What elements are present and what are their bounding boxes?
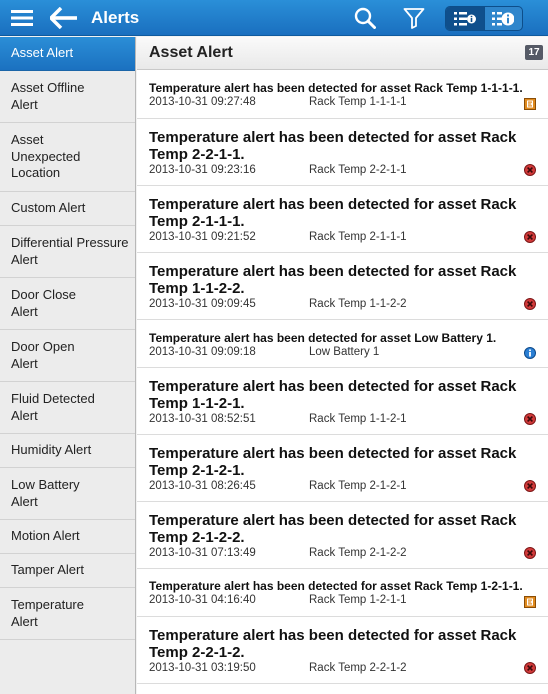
info-severity-icon: [524, 347, 536, 359]
alert-asset: Rack Temp 1-1-2-1: [309, 413, 407, 425]
back-arrow-icon[interactable]: [44, 0, 84, 36]
alert-timestamp: 2013-10-31 09:23:16: [149, 164, 256, 176]
alert-list-panel: Asset Alert 17 Temperature alert has bee…: [137, 37, 548, 694]
alert-row[interactable]: Temperature alert has been detected for …: [137, 368, 548, 435]
sidebar-item-label: Door Close Alert: [11, 287, 77, 319]
alert-message: Temperature alert has been detected for …: [149, 81, 523, 95]
alert-asset: Rack Temp 2-2-1-1: [309, 164, 407, 176]
alert-message: Temperature alert has been detected for …: [149, 627, 517, 661]
critical-severity-icon: [524, 480, 536, 492]
alert-asset: Rack Temp 2-2-1-2: [309, 662, 407, 674]
alert-message: Temperature alert has been detected for …: [149, 445, 517, 479]
alert-message: Temperature alert has been detected for …: [149, 579, 523, 593]
alert-timestamp: 2013-10-31 03:19:50: [149, 662, 256, 674]
alert-asset: Rack Temp 1-1-2-2: [309, 298, 407, 310]
critical-severity-icon: [524, 547, 536, 559]
alert-row[interactable]: Temperature alert has been detected for …: [137, 502, 548, 569]
sidebar-item-label: Asset Offline Alert: [11, 80, 85, 112]
search-icon[interactable]: [348, 0, 382, 36]
sidebar-item-asset-unexpected-location[interactable]: Asset Unexpected Location: [0, 123, 135, 192]
alert-asset: Low Battery 1: [309, 346, 380, 358]
alert-timestamp: 2013-10-31 08:52:51: [149, 413, 256, 425]
sidebar-item-low-battery-alert[interactable]: Low Battery Alert: [0, 468, 135, 520]
critical-severity-icon: [524, 231, 536, 243]
sidebar-item-label: Custom Alert: [11, 200, 86, 216]
sidebar-item-label: Tamper Alert: [11, 562, 84, 578]
sidebar-item-label: Fluid Detected Alert: [11, 391, 95, 423]
alert-timestamp: 2013-10-31 04:16:40: [149, 594, 256, 606]
alert-message: Temperature alert has been detected for …: [149, 196, 517, 230]
alert-row[interactable]: Temperature alert has been detected for …: [137, 119, 548, 186]
alert-row[interactable]: Temperature alert has been detected for …: [137, 320, 548, 368]
sidebar-item-differential-pressure-alert[interactable]: Differential Pressure Alert: [0, 226, 135, 278]
list-detail-icon[interactable]: [446, 7, 484, 30]
sidebar-item-fluid-detected-alert[interactable]: Fluid Detected Alert: [0, 382, 135, 434]
sidebar-item-asset-offline-alert[interactable]: Asset Offline Alert: [0, 71, 135, 123]
critical-severity-icon: [524, 298, 536, 310]
sidebar-item-temperature-alert[interactable]: Temperature Alert: [0, 588, 135, 640]
critical-severity-icon: [524, 413, 536, 425]
alert-row[interactable]: Temperature alert has been detected for …: [137, 569, 548, 617]
sidebar-item-asset-alert[interactable]: Asset Alert: [0, 37, 135, 71]
alert-row[interactable]: Temperature alert has been detected for …: [137, 186, 548, 253]
alert-timestamp: 2013-10-31 09:21:52: [149, 231, 256, 243]
alert-message: Temperature alert has been detected for …: [149, 263, 517, 297]
alert-row[interactable]: Temperature alert has been detected for …: [137, 253, 548, 320]
alert-row[interactable]: Temperature alert has been detected for …: [137, 71, 548, 119]
alert-message: Temperature alert has been detected for …: [149, 129, 517, 163]
alert-asset: Rack Temp 2-1-2-1: [309, 480, 407, 492]
alert-timestamp: 2013-10-31 09:09:45: [149, 298, 256, 310]
sidebar-item-label: Asset Alert: [11, 45, 74, 61]
filter-icon[interactable]: [397, 0, 431, 36]
alert-message: Temperature alert has been detected for …: [149, 378, 517, 412]
list-title: Asset Alert: [149, 44, 233, 61]
alert-asset: Rack Temp 1-1-1-1: [309, 96, 407, 108]
alert-row[interactable]: Temperature alert has been detected for …: [137, 617, 548, 684]
alert-timestamp: 2013-10-31 09:09:18: [149, 346, 256, 358]
alert-asset: Rack Temp 2-1-2-2: [309, 547, 407, 559]
sidebar-item-label: Motion Alert: [11, 528, 80, 544]
sidebar-item-door-close-alert[interactable]: Door Close Alert: [0, 278, 135, 330]
sidebar-item-label: Low Battery Alert: [11, 477, 80, 509]
sidebar-item-label: Differential Pressure Alert: [11, 235, 129, 267]
page-title: Alerts: [91, 8, 140, 27]
sidebar-item-custom-alert[interactable]: Custom Alert: [0, 192, 135, 226]
sidebar-item-label: Asset Unexpected Location: [11, 132, 81, 181]
menu-icon[interactable]: [4, 0, 40, 36]
alert-row[interactable]: Temperature alert has been detected for …: [137, 435, 548, 502]
warning-severity-icon: [524, 596, 536, 608]
alert-message: Temperature alert has been detected for …: [149, 331, 497, 345]
list-header: Asset Alert 17: [137, 37, 548, 70]
info-list-icon[interactable]: [483, 7, 523, 30]
sidebar-item-label: Door Open Alert: [11, 339, 75, 371]
alert-timestamp: 2013-10-31 07:13:49: [149, 547, 256, 559]
alert-timestamp: 2013-10-31 08:26:45: [149, 480, 256, 492]
critical-severity-icon: [524, 164, 536, 176]
critical-severity-icon: [524, 662, 536, 674]
sidebar-item-label: Temperature Alert: [11, 597, 84, 629]
count-badge: 17: [525, 45, 543, 60]
sidebar-item-label: Humidity Alert: [11, 442, 92, 458]
alert-asset: Rack Temp 2-1-1-1: [309, 231, 407, 243]
warning-severity-icon: [524, 98, 536, 110]
alert-asset: Rack Temp 1-2-1-1: [309, 594, 407, 606]
top-bar: Alerts: [0, 0, 548, 36]
sidebar: Asset Alert Asset Offline Alert Asset Un…: [0, 37, 136, 694]
sidebar-item-door-open-alert[interactable]: Door Open Alert: [0, 330, 135, 382]
view-toggle: [445, 6, 523, 31]
sidebar-item-tamper-alert[interactable]: Tamper Alert: [0, 554, 135, 588]
alert-timestamp: 2013-10-31 09:27:48: [149, 96, 256, 108]
sidebar-item-humidity-alert[interactable]: Humidity Alert: [0, 434, 135, 468]
alert-message: Temperature alert has been detected for …: [149, 512, 517, 546]
sidebar-item-motion-alert[interactable]: Motion Alert: [0, 520, 135, 554]
